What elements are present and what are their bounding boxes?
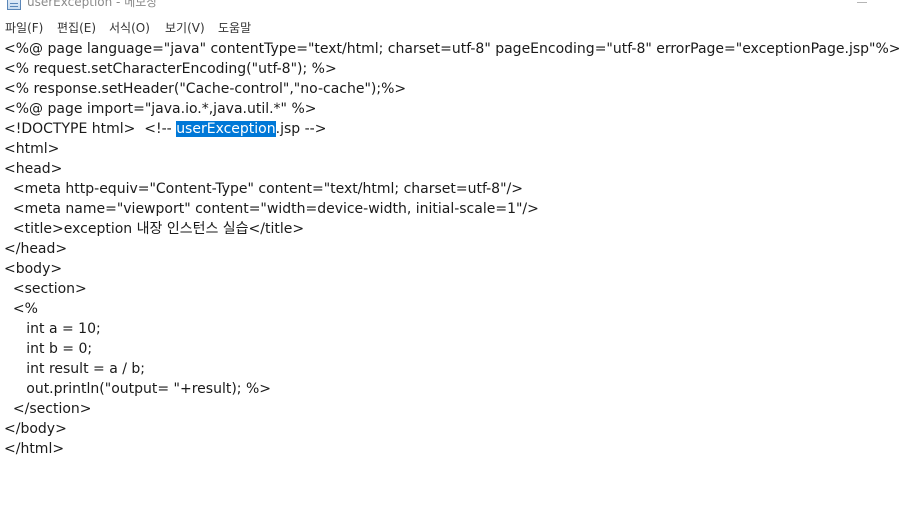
text-editor[interactable]: <%@ page language="java" contentType="te… xyxy=(0,38,906,507)
code-line: <%@ page import="java.io.*,java.util.*" … xyxy=(4,101,317,117)
notepad-icon xyxy=(7,0,21,10)
code-line: <html> xyxy=(4,141,60,157)
code-text: .jsp --> xyxy=(275,121,327,137)
code-line: int b = 0; xyxy=(4,341,93,357)
selected-text: userException xyxy=(176,121,276,137)
code-line: int result = a / b; xyxy=(4,361,145,377)
code-line: </html> xyxy=(4,441,65,457)
menu-view[interactable]: 보기(V) xyxy=(165,19,205,37)
code-line: <head> xyxy=(4,161,63,177)
code-line: <!DOCTYPE html> <!-- userException.jsp -… xyxy=(4,119,326,139)
code-line: </section> xyxy=(4,401,92,417)
menu-format[interactable]: 서식(O) xyxy=(109,19,150,37)
title-bar[interactable]: userException - 메모장 xyxy=(0,0,906,16)
notepad-window: userException - 메모장 파일(F) 편집(E) 서식(O) 보기… xyxy=(0,0,906,507)
code-line: <body> xyxy=(4,261,63,277)
code-line: <% response.setHeader("Cache-control","n… xyxy=(4,81,407,97)
menu-help[interactable]: 도움말 xyxy=(218,19,251,37)
code-line: <meta name="viewport" content="width=dev… xyxy=(4,201,539,217)
code-line: int a = 10; xyxy=(4,321,101,337)
code-line: <% request.setCharacterEncoding("utf-8")… xyxy=(4,61,337,77)
code-line: <section> xyxy=(4,281,87,297)
code-text: <!DOCTYPE html> <!-- xyxy=(4,121,177,137)
menu-file[interactable]: 파일(F) xyxy=(5,19,43,37)
minimize-button[interactable] xyxy=(848,0,876,10)
code-line: <%@ page language="java" contentType="te… xyxy=(4,41,901,57)
code-line: <% xyxy=(4,301,38,317)
code-line: </head> xyxy=(4,241,68,257)
menu-edit[interactable]: 편집(E) xyxy=(57,19,96,37)
code-line: <title>exception 내장 인스턴스 실습</title> xyxy=(4,221,305,237)
code-line: </body> xyxy=(4,421,67,437)
code-line: out.println("output= "+result); %> xyxy=(4,381,271,397)
code-line: <meta http-equiv="Content-Type" content=… xyxy=(4,181,523,197)
window-title: userException - 메모장 xyxy=(27,0,158,9)
menu-bar: 파일(F) 편집(E) 서식(O) 보기(V) 도움말 xyxy=(0,16,906,38)
